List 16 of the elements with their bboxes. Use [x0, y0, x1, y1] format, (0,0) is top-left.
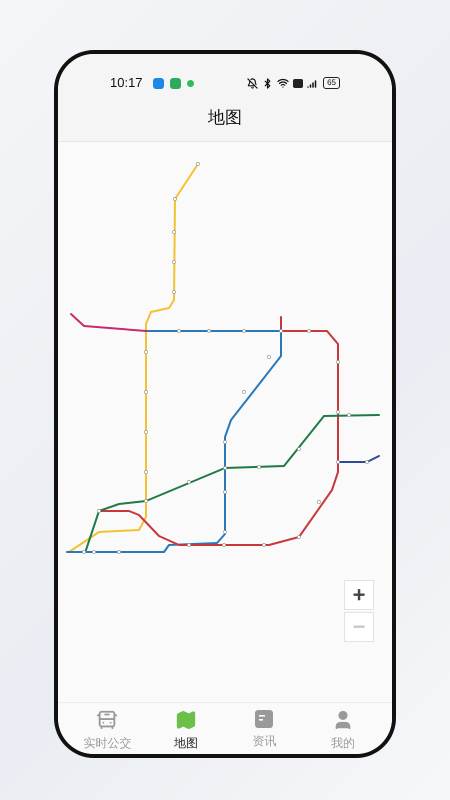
- app-notification-icon: [170, 78, 181, 88]
- battery-indicator: 65: [323, 77, 340, 89]
- nav-tab[interactable]: 我的: [312, 709, 373, 752]
- map-icon: [174, 709, 197, 731]
- nav-tab[interactable]: 地图: [156, 709, 216, 752]
- nav-tab[interactable]: 实时公交: [77, 709, 138, 752]
- status-time: 10:17: [110, 74, 143, 92]
- bus-icon: [96, 709, 118, 731]
- wifi-icon: [277, 77, 290, 89]
- page-title: 地图: [208, 106, 242, 129]
- mute-icon: [247, 78, 258, 88]
- zoom-in-button[interactable]: +: [344, 580, 374, 610]
- nav-tab[interactable]: 资讯: [234, 709, 294, 750]
- bluetooth-icon: [262, 78, 274, 88]
- document-icon: [254, 709, 274, 729]
- app-notification-icon: [152, 78, 164, 88]
